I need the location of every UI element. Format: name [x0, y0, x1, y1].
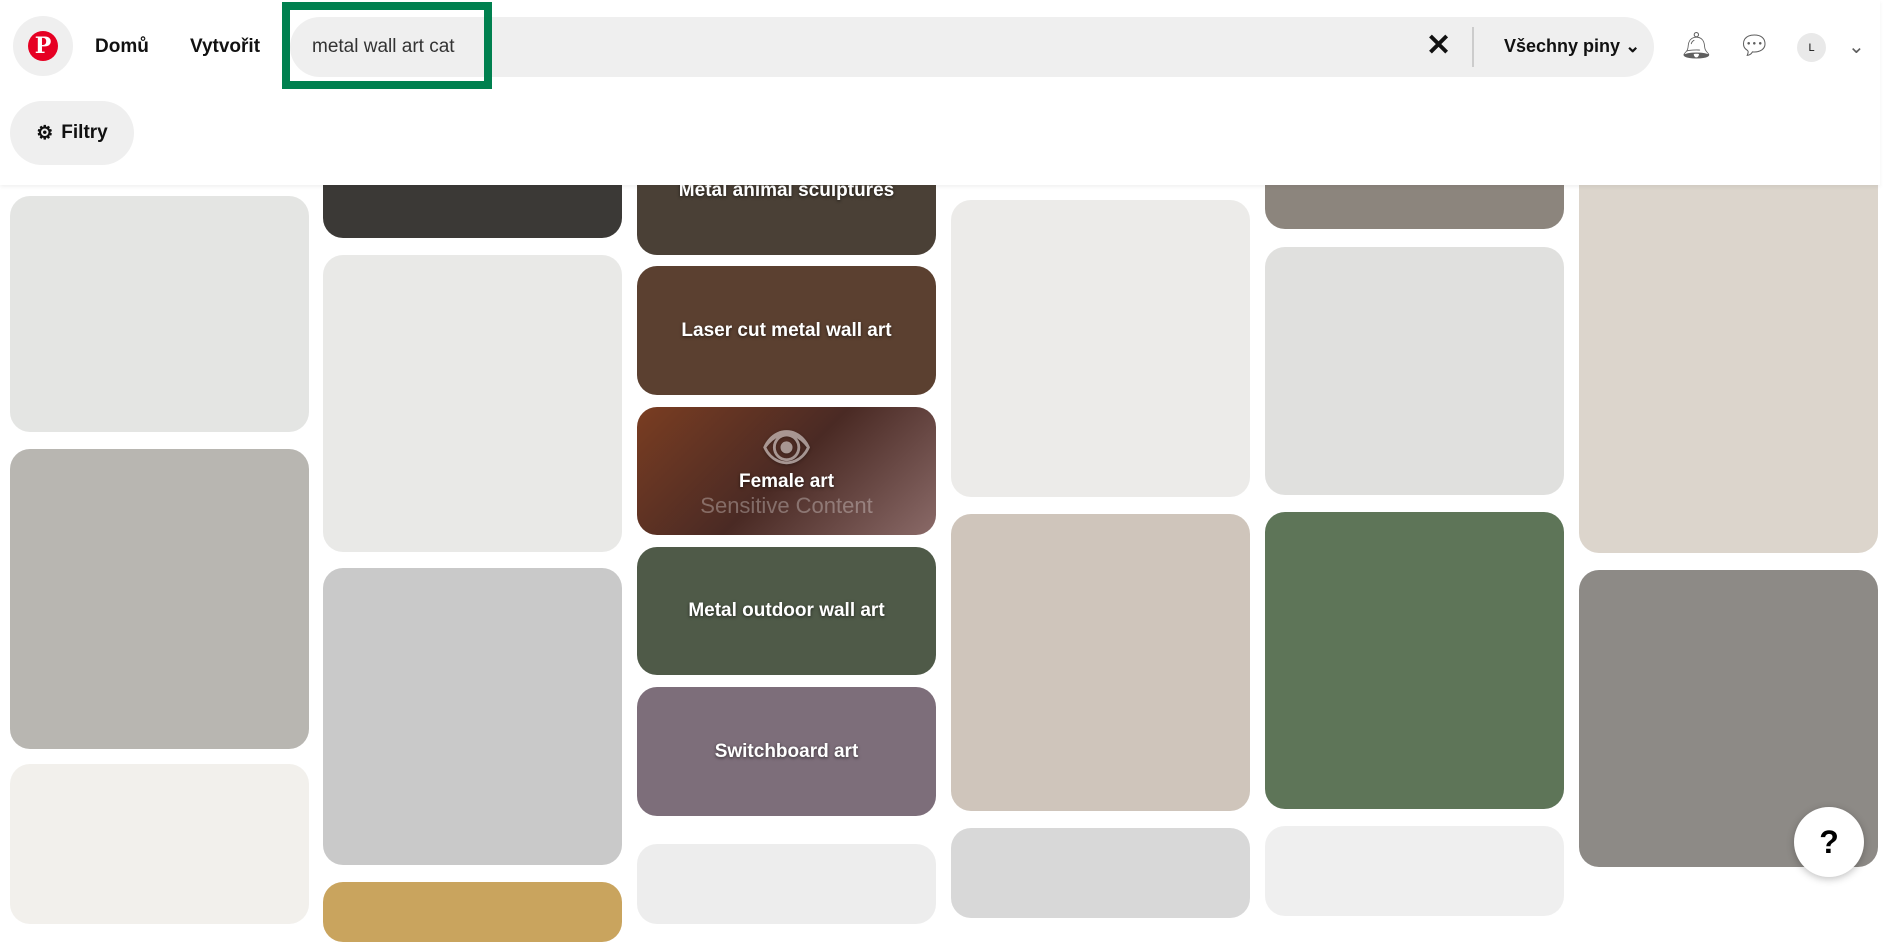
avatar[interactable]: L — [1797, 33, 1826, 62]
pin[interactable] — [1265, 247, 1564, 495]
category-label: Switchboard art — [714, 740, 859, 762]
category-tile[interactable]: Metal outdoor wall art — [637, 547, 936, 675]
category-tile[interactable]: Switchboard art — [637, 687, 936, 816]
pinterest-icon: P — [28, 31, 58, 61]
pin[interactable] — [10, 764, 309, 924]
pin[interactable] — [951, 200, 1250, 497]
nav-home[interactable]: Domů — [95, 36, 149, 58]
pinterest-logo[interactable]: P — [13, 16, 73, 76]
top-bar: P Domů Vytvořit ✕ Všechny piny ⌄ 🔔︎ 💬︎ L… — [0, 0, 1880, 185]
pin[interactable] — [1579, 150, 1878, 553]
account-chevron-icon[interactable]: ⌄ — [1848, 34, 1865, 59]
pin[interactable] — [323, 568, 622, 865]
messages-icon[interactable]: 💬︎ — [1738, 30, 1771, 61]
pin[interactable] — [637, 844, 936, 924]
category-tile[interactable]: 👁︎ Female art Sensitive Content — [637, 407, 936, 535]
category-label: Metal outdoor wall art — [688, 600, 885, 621]
divider — [1472, 27, 1474, 67]
pin[interactable] — [10, 449, 309, 749]
pin[interactable] — [10, 196, 309, 432]
search-bar: ✕ Všechny piny ⌄ — [290, 17, 1654, 77]
help-button[interactable]: ? — [1794, 807, 1864, 877]
clear-search-icon[interactable]: ✕ — [1426, 29, 1451, 63]
category-tile[interactable]: Laser cut metal wall art — [637, 266, 936, 395]
category-label: Laser cut metal wall art — [681, 319, 892, 341]
sliders-icon: ⚙︎ — [36, 122, 54, 144]
pin[interactable] — [951, 828, 1250, 918]
pin[interactable] — [1265, 826, 1564, 916]
scope-label: Všechny piny — [1504, 36, 1621, 56]
category-label: Female art — [738, 470, 835, 492]
eye-off-icon: 👁︎ — [761, 425, 812, 470]
scrollbar[interactable] — [1880, 0, 1892, 900]
pin[interactable] — [951, 514, 1250, 811]
filters-label: Filtry — [61, 122, 108, 143]
search-highlight-box — [282, 2, 492, 89]
nav-create[interactable]: Vytvořit — [190, 36, 260, 58]
pin[interactable] — [1265, 512, 1564, 809]
pin[interactable] — [323, 255, 622, 552]
chevron-down-icon: ⌄ — [1625, 36, 1641, 56]
filters-button[interactable]: ⚙︎ Filtry — [10, 101, 134, 165]
bell-icon[interactable]: 🔔︎ — [1680, 30, 1713, 61]
sensitive-label: Sensitive Content — [700, 492, 873, 518]
pin[interactable] — [323, 882, 622, 942]
scope-dropdown[interactable]: Všechny piny ⌄ — [1504, 36, 1640, 57]
